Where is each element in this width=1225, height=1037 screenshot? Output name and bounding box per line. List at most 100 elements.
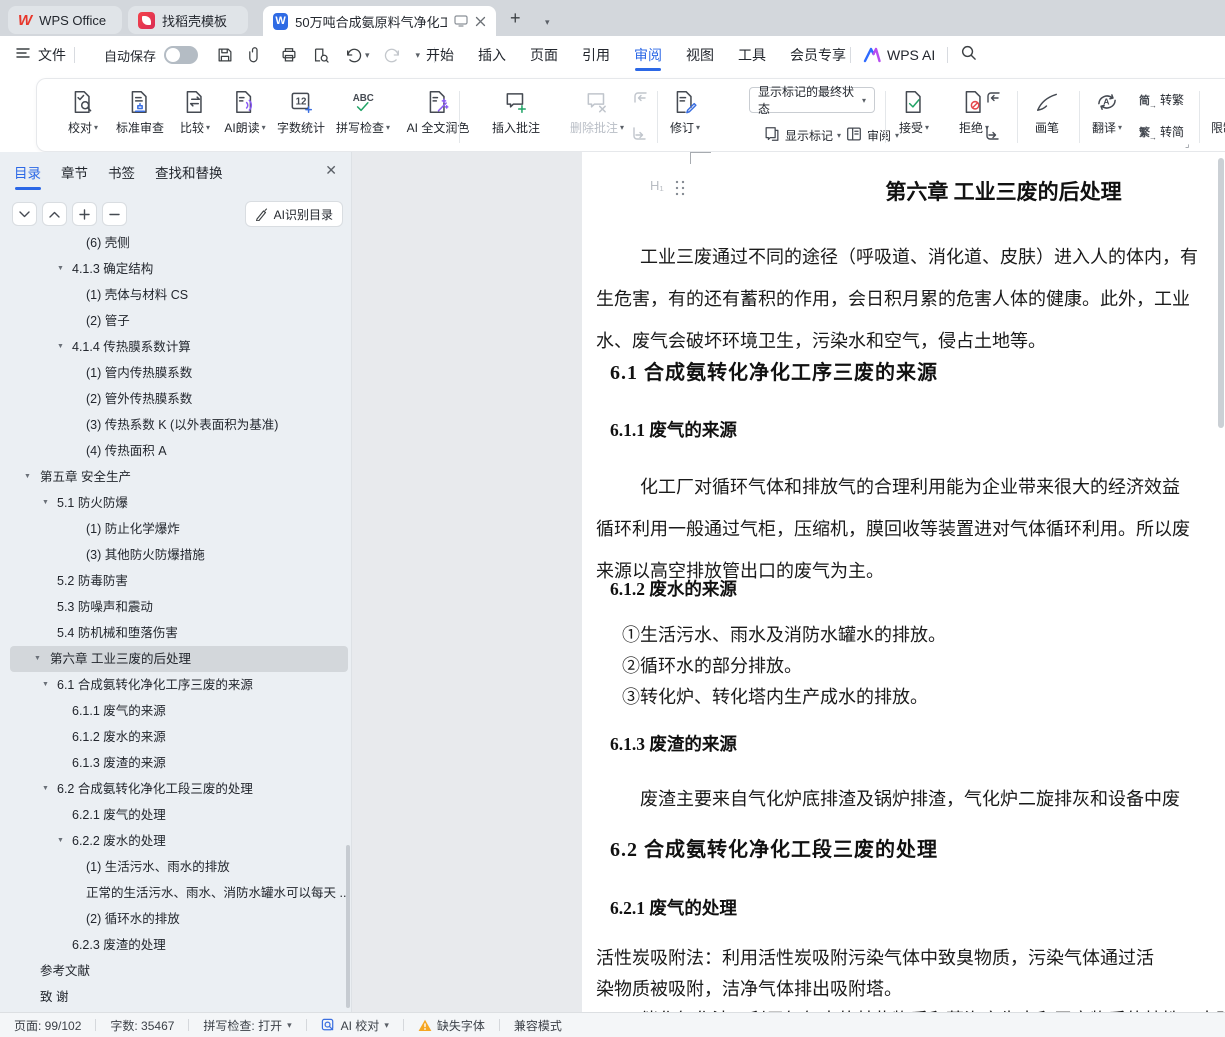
search-icon[interactable] [960,44,977,66]
tab-list-chevron-icon[interactable]: ▾ [545,12,550,30]
ink-brush-button[interactable]: 画笔 [1019,87,1075,147]
toc-item[interactable]: 致 谢 [0,984,348,1010]
toc-item[interactable]: 5.3 防噪声和震动 [0,594,348,620]
next-revision-icon[interactable] [983,124,1003,149]
markup-state-dropdown[interactable]: 显示标记的最终状态 ▾ [749,85,875,116]
word-count-button[interactable]: 12 字数统计 [269,87,333,147]
sidebar-tab[interactable]: 目录 [14,162,41,190]
tab-wps-office[interactable]: W WPS Office [8,6,122,34]
autosave-toggle[interactable] [164,46,199,64]
menu-item[interactable]: 页面 [530,36,558,74]
menu-item[interactable]: 开始 [426,36,454,74]
toc-item[interactable]: (1) 壳体与材料 CS [0,282,348,308]
export-pdf-icon[interactable] [248,46,266,64]
toc-item[interactable]: 6.1.3 废渣的来源 [0,750,348,776]
ai-read-aloud-button[interactable]: AI朗读 ▾ [213,87,277,147]
toc-item[interactable]: ▼ 6.1 合成氨转化净化工序三废的来源 [0,672,348,698]
toc-collapse-arrow-icon[interactable]: ▼ [57,828,64,854]
close-sidebar-icon[interactable]: ✕ [325,162,337,179]
menu-item[interactable]: 视图 [686,36,714,74]
print-icon[interactable] [280,46,298,64]
toc-collapse-arrow-icon[interactable]: ▼ [57,334,64,360]
ai-recognize-toc-button[interactable]: AI识别目录 [244,201,343,227]
toc-item[interactable]: (2) 管外传热膜系数 [0,386,348,412]
print-preview-icon[interactable] [312,46,330,64]
menu-item[interactable]: 引用 [582,36,610,74]
toc-collapse-arrow-icon[interactable]: ▼ [24,464,31,490]
ai-polish-button[interactable]: AI 全文润色 [395,87,481,147]
toc-item[interactable]: 参考文献 [0,958,348,984]
toc-expand-button[interactable] [72,202,97,226]
translate-button[interactable]: A 翻译 ▾ [1079,87,1135,147]
toc-item[interactable]: ▼ 4.1.4 传热膜系数计算 [0,334,348,360]
restrict-editing-button[interactable]: 限制编辑 [1205,87,1225,147]
menu-item[interactable]: 审阅 [634,36,662,74]
tab-docer-templates[interactable]: 找稻壳模板 [128,6,248,34]
menu-item[interactable]: 会员专享 [790,36,846,74]
toc-item[interactable]: ▼ 5.1 防火防爆 [0,490,348,516]
show-markup-button[interactable]: 显示标记 ▾ [763,125,841,146]
toc-item[interactable]: 6.1.1 废气的来源 [0,698,348,724]
sidebar-tab[interactable]: 查找和替换 [155,162,223,190]
toc-item[interactable]: ▼ 4.1.3 确定结构 [0,256,348,282]
page-indicator[interactable]: 页面: 99/102 [14,1017,81,1034]
missing-font-warning[interactable]: 缺失字体 [418,1017,485,1034]
wps-ai-menu[interactable]: WPS AI [863,47,935,63]
toc-item[interactable]: 6.1.2 废水的来源 [0,724,348,750]
toc-item[interactable]: (3) 其他防火防爆措施 [0,542,348,568]
toc-item[interactable]: ▼ 第五章 安全生产 [0,464,348,490]
accept-revision-button[interactable]: 接受 ▾ [885,87,943,147]
toc-item[interactable]: ▼ 6.2 合成氨转化净化工段三废的处理 [0,776,348,802]
toc-item[interactable]: 5.2 防毒防害 [0,568,348,594]
proofread-button[interactable]: 校对 ▾ [51,87,115,147]
new-tab-button[interactable]: + [510,8,521,29]
toc-collapse-arrow-icon[interactable]: ▼ [42,490,49,516]
sidebar-scrollbar[interactable] [346,845,350,1008]
toc-item[interactable]: (6) 壳侧 [0,236,348,256]
toc-item[interactable]: (3) 传热系数 K (以外表面积为基准) [0,412,348,438]
menu-item[interactable]: 工具 [738,36,766,74]
toc-collapse-arrow-icon[interactable]: ▼ [57,256,64,282]
word-count-indicator[interactable]: 字数: 35467 [110,1017,174,1034]
share-screen-icon[interactable] [454,15,468,27]
document-scrollbar[interactable] [1218,158,1224,428]
menu-item[interactable]: 插入 [478,36,506,74]
traditional-to-simplified-button[interactable]: 繁 → 转简 [1139,123,1184,142]
simplified-to-traditional-button[interactable]: 简 → 转繁 [1139,91,1184,110]
dialog-launcher-icon[interactable]: ⌟ [1185,139,1190,150]
toc-item[interactable]: ▼ 6.2.2 废水的处理 [0,828,348,854]
toc-item[interactable]: 正常的生活污水、雨水、消防水罐水可以每天 ... [0,880,348,906]
toc-previous-button[interactable] [42,202,67,226]
spell-check-button[interactable]: ABC 拼写检查 ▾ [331,87,395,147]
toc-item[interactable]: (4) 传热面积 A [0,438,348,464]
save-icon[interactable] [216,46,234,64]
tab-document[interactable]: W 50万吨合成氨原料气净化工段 [263,6,496,36]
toc-item[interactable]: 5.4 防机械和堕落伤害 [0,620,348,646]
undo-icon[interactable]: ▾ [344,47,370,63]
toc-item[interactable]: (1) 防止化学爆炸 [0,516,348,542]
spell-check-status[interactable]: 拼写检查: 打开 ▾ [203,1017,291,1034]
previous-revision-icon[interactable] [983,89,1003,114]
toc-next-button[interactable] [12,202,37,226]
sidebar-tab[interactable]: 章节 [61,162,88,190]
toc-collapse-arrow-icon[interactable]: ▼ [42,672,49,698]
ai-proofread-status[interactable]: AI 校对 ▾ [321,1017,389,1034]
toc-item[interactable]: (1) 管内传热膜系数 [0,360,348,386]
toc-collapse-arrow-icon[interactable]: ▼ [34,646,41,672]
toc-item[interactable]: (2) 循环水的排放 [0,906,348,932]
document-page[interactable]: H₁ 第六章 工业三废的后处理 工业三废通过不同的途径（呼吸道、消化道、皮肤）进入… [582,152,1225,1012]
compat-mode-indicator[interactable]: 兼容模式 [514,1017,562,1034]
hamburger-icon[interactable] [16,46,30,64]
toc-item[interactable]: ▼ 第六章 工业三废的后处理 [10,646,348,672]
close-tab-icon[interactable] [475,16,486,27]
insert-comment-button[interactable]: 插入批注 [481,87,551,147]
toc-item[interactable]: 6.2.3 废渣的处理 [0,932,348,958]
toc-collapse-button[interactable] [102,202,127,226]
sidebar-tab[interactable]: 书签 [108,162,135,190]
toc-item[interactable]: (2) 管子 [0,308,348,334]
toc-item[interactable]: 6.2.1 废气的处理 [0,802,348,828]
track-changes-button[interactable]: 修订 ▾ [655,87,715,147]
toc-collapse-arrow-icon[interactable]: ▼ [42,776,49,802]
toc-item[interactable]: (1) 生活污水、雨水的排放 [0,854,348,880]
file-menu[interactable]: 文件 [38,45,66,65]
